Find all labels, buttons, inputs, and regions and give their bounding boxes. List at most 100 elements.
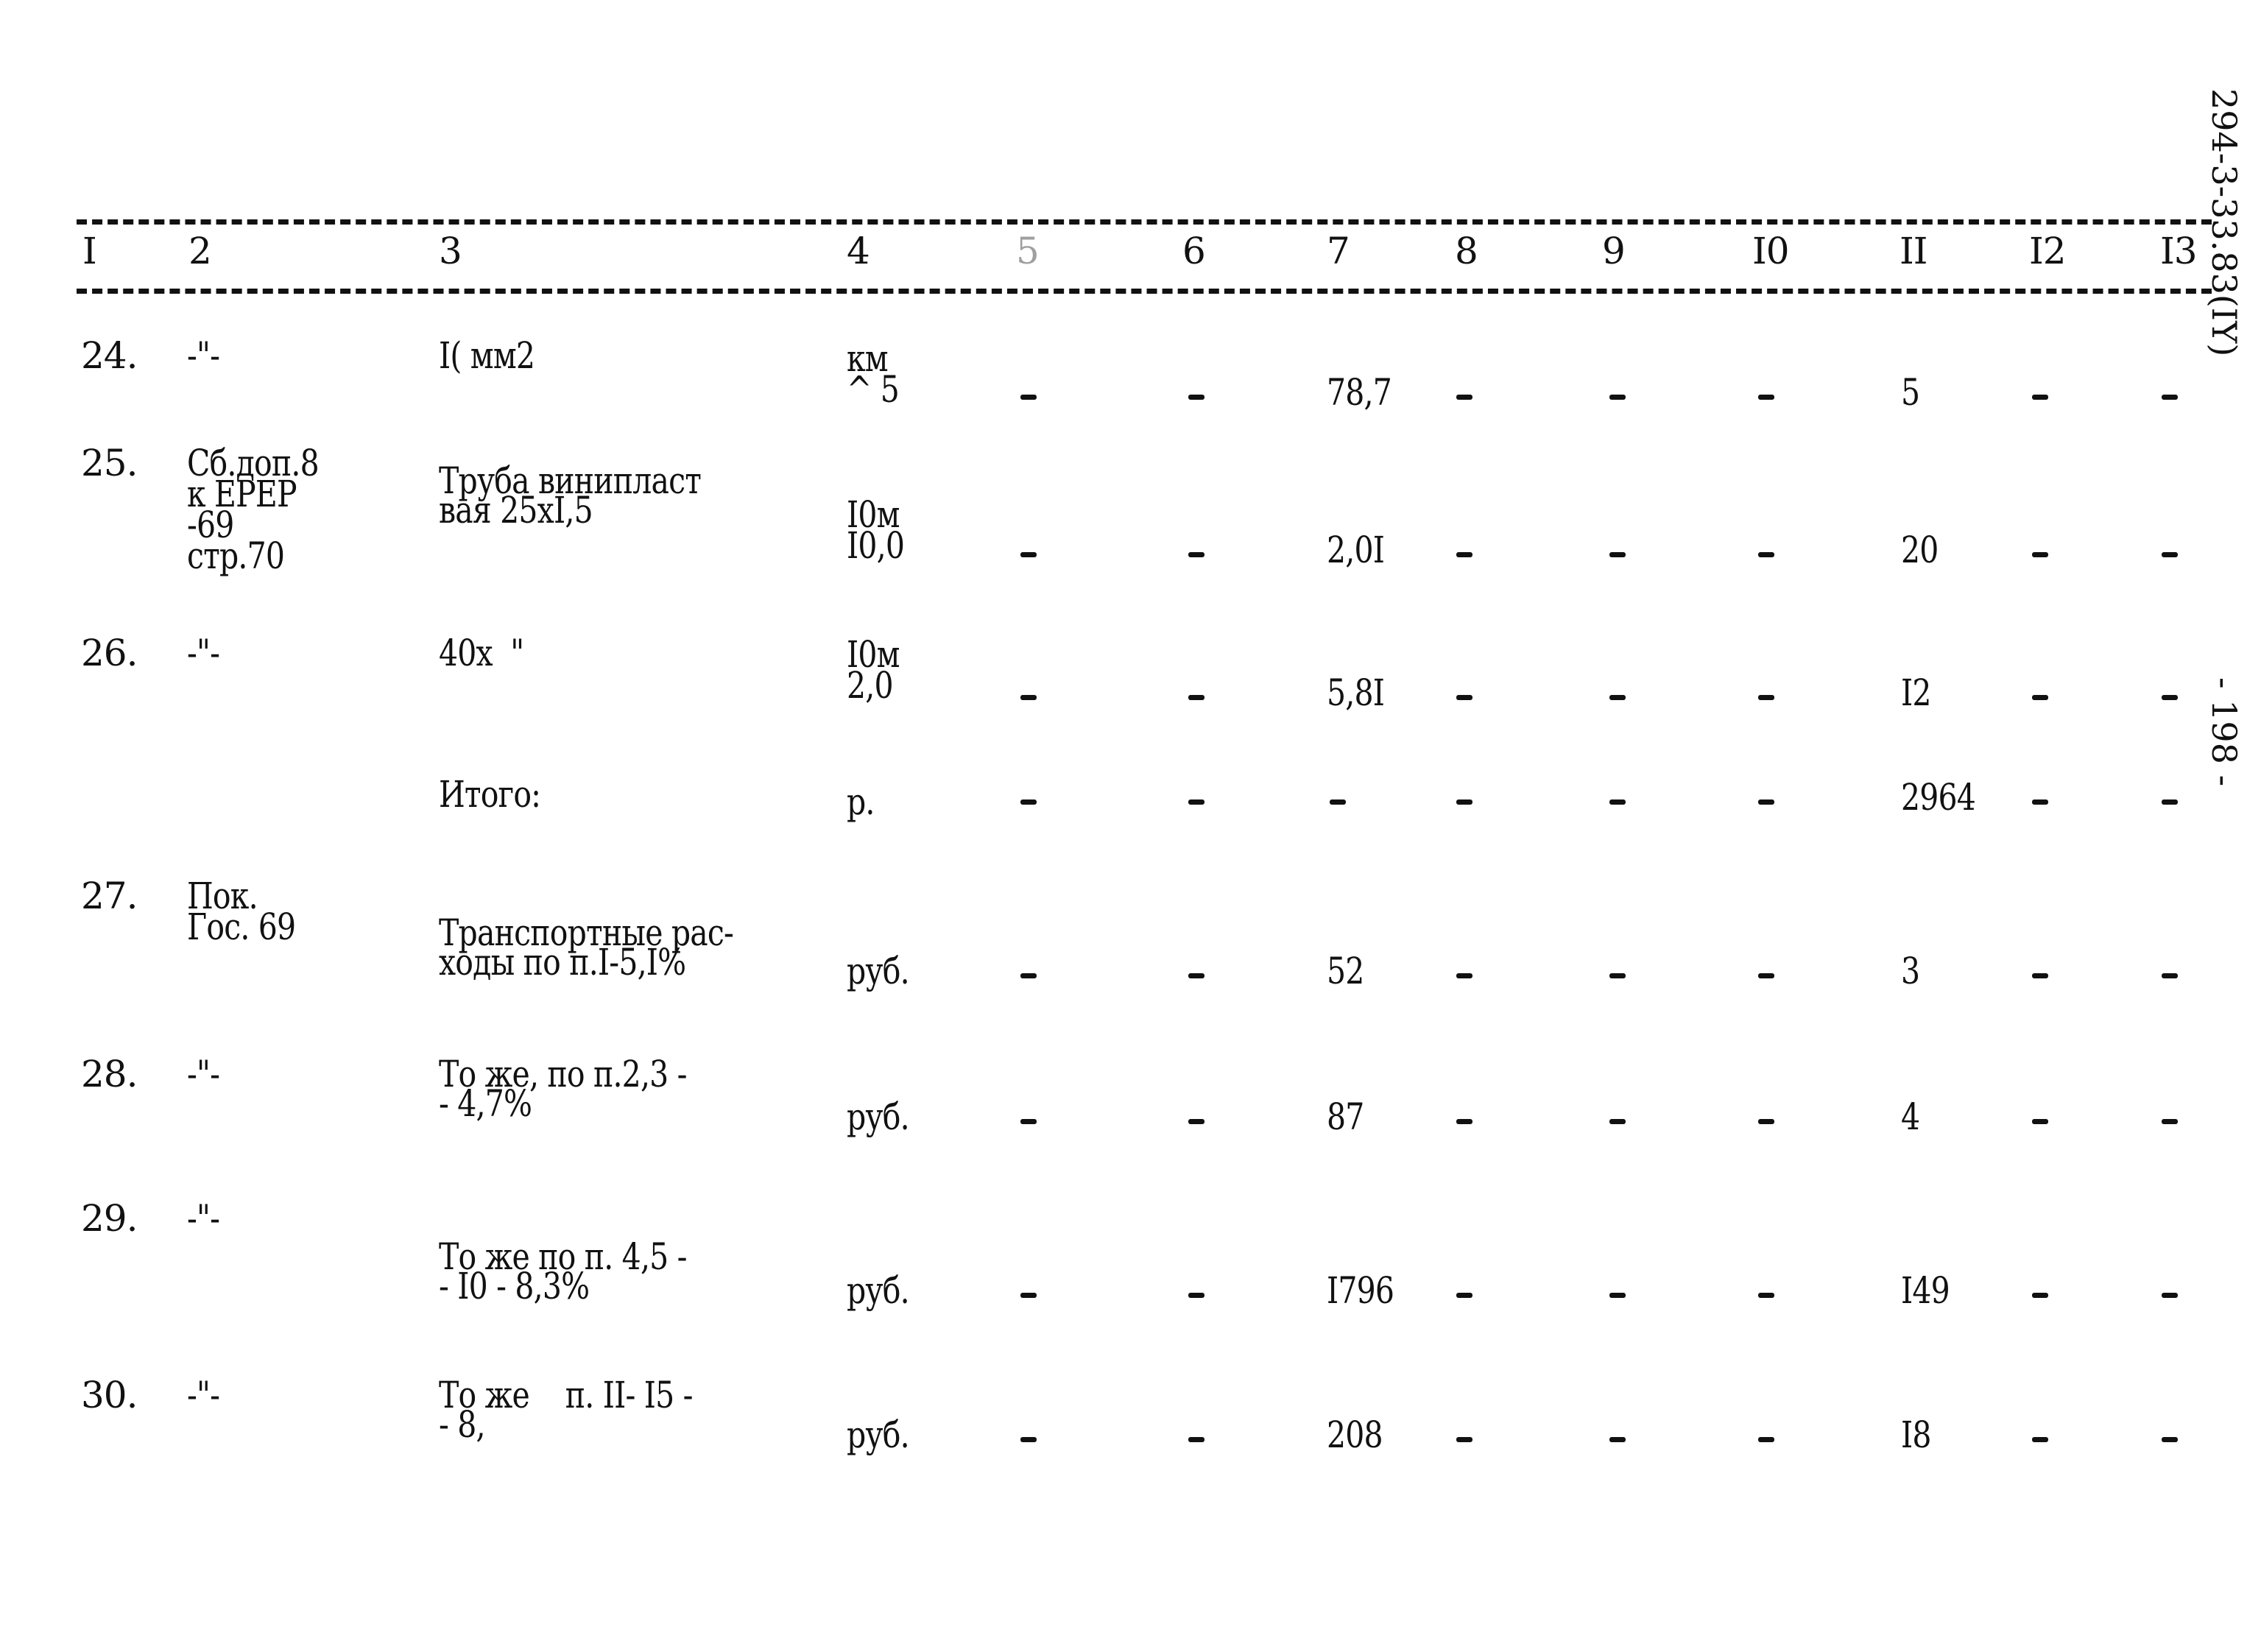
empty-cell-dash xyxy=(1020,552,1037,557)
row-name: I( мм2 xyxy=(439,334,535,377)
header-col-4: 4 xyxy=(847,230,870,272)
col11-value: 2964 xyxy=(1901,776,1976,819)
empty-cell-dash xyxy=(1188,1293,1204,1298)
empty-cell-dash xyxy=(1188,799,1204,805)
empty-cell-dash xyxy=(1456,695,1472,700)
empty-cell-dash xyxy=(1758,1437,1774,1442)
empty-cell-dash xyxy=(2162,799,2178,805)
empty-cell-dash xyxy=(1188,1437,1204,1442)
row-source: -"- xyxy=(187,1053,220,1095)
row-unit: 2,0 xyxy=(847,664,894,707)
page-number: - 198 - xyxy=(2204,677,2244,787)
row-unit: ^ 5 xyxy=(847,368,900,411)
empty-cell-dash xyxy=(1609,973,1626,978)
empty-cell-dash xyxy=(2032,395,2048,400)
empty-cell-dash xyxy=(1609,395,1626,400)
document-code: 294-3-33.83(IY) xyxy=(2204,88,2244,357)
col7-dash xyxy=(1330,799,1346,805)
header-col-5: 5 xyxy=(1016,230,1040,272)
col11-value: I8 xyxy=(1901,1413,1931,1456)
row-unit: I0,0 xyxy=(847,524,905,567)
empty-cell-dash xyxy=(2032,695,2048,700)
empty-cell-dash xyxy=(2032,1293,2048,1298)
row-unit: руб. xyxy=(847,1269,910,1312)
row-unit: руб. xyxy=(847,950,910,992)
empty-cell-dash xyxy=(1456,1293,1472,1298)
row-unit: руб. xyxy=(847,1095,910,1138)
empty-cell-dash xyxy=(1758,695,1774,700)
empty-cell-dash xyxy=(2162,695,2178,700)
empty-cell-dash xyxy=(1758,1293,1774,1298)
header-col-12: I2 xyxy=(2029,230,2067,272)
empty-cell-dash xyxy=(1020,1437,1037,1442)
empty-cell-dash xyxy=(1188,552,1204,557)
row-source: -"- xyxy=(187,1197,220,1240)
row-source: -"- xyxy=(187,632,220,674)
col7-value: 208 xyxy=(1327,1413,1383,1456)
header-col-8: 8 xyxy=(1455,230,1478,272)
empty-cell-dash xyxy=(1020,1119,1037,1124)
empty-cell-dash xyxy=(1456,395,1472,400)
col7-value: 78,7 xyxy=(1327,371,1392,414)
row-source: -"- xyxy=(187,1374,220,1416)
col7-value: I796 xyxy=(1327,1269,1394,1312)
empty-cell-dash xyxy=(1456,799,1472,805)
empty-cell-dash xyxy=(2032,973,2048,978)
header-col-1: I xyxy=(82,230,97,272)
header-col-13: I3 xyxy=(2160,230,2198,272)
empty-cell-dash xyxy=(1609,1119,1626,1124)
empty-cell-dash xyxy=(1188,395,1204,400)
empty-cell-dash xyxy=(2162,1437,2178,1442)
header-col-11: II xyxy=(1900,230,1928,272)
empty-cell-dash xyxy=(1609,1437,1626,1442)
empty-cell-dash xyxy=(2162,552,2178,557)
empty-cell-dash xyxy=(1609,552,1626,557)
header-col-7: 7 xyxy=(1327,230,1350,272)
empty-cell-dash xyxy=(1456,973,1472,978)
empty-cell-dash xyxy=(1188,1119,1204,1124)
col11-value: 20 xyxy=(1901,529,1939,571)
row-number: 25. xyxy=(81,442,138,484)
row-name: Итого: xyxy=(439,773,541,816)
empty-cell-dash xyxy=(2032,1119,2048,1124)
col7-value: 52 xyxy=(1327,950,1364,992)
header-col-6: 6 xyxy=(1182,230,1206,272)
row-name: ходы по п.I-5,I% xyxy=(439,941,686,984)
row-name: - 8, xyxy=(439,1403,486,1446)
empty-cell-dash xyxy=(1609,799,1626,805)
row-source: -"- xyxy=(187,334,220,377)
row-number: 29. xyxy=(81,1197,138,1240)
empty-cell-dash xyxy=(2162,973,2178,978)
col7-value: 87 xyxy=(1327,1095,1364,1138)
col11-value: 4 xyxy=(1901,1095,1920,1138)
header-col-10: I0 xyxy=(1752,230,1790,272)
row-number: 30. xyxy=(81,1374,138,1416)
header-col-3: 3 xyxy=(439,230,462,272)
header-bottom-rule xyxy=(77,289,2212,294)
row-unit: р. xyxy=(847,780,875,823)
empty-cell-dash xyxy=(1758,395,1774,400)
empty-cell-dash xyxy=(1188,973,1204,978)
col11-value: 3 xyxy=(1901,950,1920,992)
empty-cell-dash xyxy=(1020,695,1037,700)
row-name: 40х " xyxy=(439,632,524,674)
empty-cell-dash xyxy=(1456,552,1472,557)
empty-cell-dash xyxy=(1456,1437,1472,1442)
col11-value: I2 xyxy=(1901,671,1931,714)
row-unit: руб. xyxy=(847,1413,910,1456)
empty-cell-dash xyxy=(1758,799,1774,805)
row-name: вая 25хI,5 xyxy=(439,489,593,532)
empty-cell-dash xyxy=(1020,799,1037,805)
col7-value: 5,8I xyxy=(1327,671,1385,714)
row-name: - 4,7% xyxy=(439,1082,532,1125)
row-number: 24. xyxy=(81,334,138,377)
empty-cell-dash xyxy=(2162,395,2178,400)
empty-cell-dash xyxy=(1758,973,1774,978)
empty-cell-dash xyxy=(1758,552,1774,557)
header-col-9: 9 xyxy=(1602,230,1626,272)
empty-cell-dash xyxy=(1758,1119,1774,1124)
empty-cell-dash xyxy=(2032,1437,2048,1442)
row-number: 27. xyxy=(81,875,138,917)
row-number: 28. xyxy=(81,1053,138,1095)
empty-cell-dash xyxy=(1020,395,1037,400)
